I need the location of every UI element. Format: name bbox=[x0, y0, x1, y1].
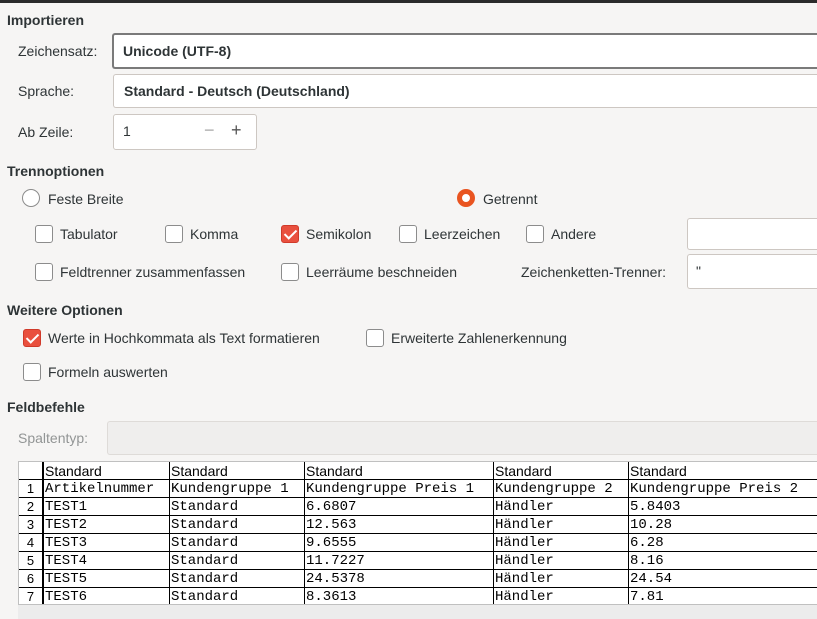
evaluate-formulas-label[interactable]: Formeln auswerten bbox=[48, 364, 168, 380]
decrement-button[interactable]: − bbox=[204, 120, 215, 141]
grid-cell[interactable]: 10.28 bbox=[629, 516, 817, 534]
separated-radio[interactable] bbox=[457, 189, 475, 207]
column-header[interactable]: Standard bbox=[170, 462, 305, 480]
other-label[interactable]: Andere bbox=[551, 226, 596, 242]
merge-delimiters-label[interactable]: Feldtrenner zusammenfassen bbox=[60, 264, 245, 280]
grid-cell[interactable]: Standard bbox=[170, 534, 305, 552]
trim-spaces-checkbox[interactable] bbox=[281, 263, 299, 281]
string-delimiter-label: Zeichenketten-Trenner: bbox=[521, 264, 666, 280]
separated-label[interactable]: Getrennt bbox=[483, 191, 537, 207]
fixed-width-radio[interactable] bbox=[22, 189, 40, 207]
grid-cell[interactable]: TEST3 bbox=[44, 534, 170, 552]
from-row-value[interactable]: 1 bbox=[123, 123, 131, 139]
grid-cell[interactable]: Händler bbox=[494, 498, 629, 516]
grid-cell[interactable]: Standard bbox=[170, 498, 305, 516]
grid-cell[interactable]: 24.54 bbox=[629, 570, 817, 588]
horizontal-scrollbar[interactable] bbox=[18, 604, 817, 619]
grid-cell[interactable]: Händler bbox=[494, 570, 629, 588]
fixed-width-label[interactable]: Feste Breite bbox=[48, 191, 123, 207]
detect-numbers-checkbox[interactable] bbox=[366, 329, 384, 347]
other-checkbox[interactable] bbox=[526, 225, 544, 243]
grid-cell[interactable]: 9.6555 bbox=[305, 534, 494, 552]
space-checkbox[interactable] bbox=[399, 225, 417, 243]
grid-cell[interactable]: Artikelnummer bbox=[44, 480, 170, 498]
detect-numbers-label[interactable]: Erweiterte Zahlenerkennung bbox=[391, 330, 567, 346]
other-separator-input[interactable] bbox=[687, 218, 817, 250]
comma-checkbox[interactable] bbox=[165, 225, 183, 243]
semicolon-label[interactable]: Semikolon bbox=[306, 226, 371, 242]
grid-cell[interactable]: Händler bbox=[494, 534, 629, 552]
grid-cell[interactable]: Kundengruppe Preis 2 bbox=[629, 480, 817, 498]
tab-checkbox[interactable] bbox=[35, 225, 53, 243]
column-header[interactable]: Standard bbox=[44, 462, 170, 480]
string-delimiter-combobox[interactable]: " bbox=[687, 254, 817, 289]
grid-cell[interactable]: 6.6807 bbox=[305, 498, 494, 516]
other-options-section-title: Weitere Optionen bbox=[7, 302, 123, 318]
column-header[interactable]: Standard bbox=[629, 462, 817, 480]
from-row-spinbutton[interactable]: 1 − + bbox=[113, 114, 257, 150]
row-number[interactable]: 1 bbox=[19, 480, 44, 498]
grid-cell[interactable]: 12.563 bbox=[305, 516, 494, 534]
grid-cell[interactable]: 6.28 bbox=[629, 534, 817, 552]
separator-section-title: Trennoptionen bbox=[7, 163, 105, 179]
grid-cell[interactable]: Standard bbox=[170, 516, 305, 534]
grid-cell[interactable]: Kundengruppe 1 bbox=[170, 480, 305, 498]
column-type-combobox[interactable] bbox=[107, 421, 817, 455]
grid-cell[interactable]: 24.5378 bbox=[305, 570, 494, 588]
grid-cell[interactable]: 11.7227 bbox=[305, 552, 494, 570]
trim-spaces-label[interactable]: Leerräume beschneiden bbox=[306, 264, 457, 280]
grid-cell[interactable]: 8.16 bbox=[629, 552, 817, 570]
grid-cell[interactable]: Kundengruppe 2 bbox=[494, 480, 629, 498]
grid-cell[interactable]: 5.8403 bbox=[629, 498, 817, 516]
semicolon-checkbox[interactable] bbox=[281, 225, 299, 243]
row-number[interactable]: 4 bbox=[19, 534, 44, 552]
comma-label[interactable]: Komma bbox=[190, 226, 238, 242]
column-type-label: Spaltentyp: bbox=[18, 430, 89, 446]
grid-cell[interactable]: TEST2 bbox=[44, 516, 170, 534]
row-number[interactable]: 2 bbox=[19, 498, 44, 516]
grid-cell[interactable]: Standard bbox=[170, 570, 305, 588]
column-header[interactable]: Standard bbox=[305, 462, 494, 480]
charset-label: Zeichensatz: bbox=[18, 43, 98, 59]
grid-cell[interactable]: Händler bbox=[494, 516, 629, 534]
quoted-as-text-checkbox[interactable] bbox=[23, 329, 41, 347]
preview-grid[interactable]: Standard Standard Standard Standard Standard… bbox=[18, 461, 817, 619]
grid-cell[interactable]: TEST4 bbox=[44, 552, 170, 570]
from-row-label: Ab Zeile: bbox=[18, 124, 74, 140]
language-label: Sprache: bbox=[18, 83, 75, 99]
quoted-as-text-label[interactable]: Werte in Hochkommata als Text formatiere… bbox=[48, 330, 320, 346]
grid-cell[interactable]: TEST1 bbox=[44, 498, 170, 516]
row-number[interactable]: 3 bbox=[19, 516, 44, 534]
language-combobox[interactable]: Standard - Deutsch (Deutschland) bbox=[113, 74, 817, 108]
fields-section-title: Feldbefehle bbox=[7, 399, 85, 415]
column-header[interactable]: Standard bbox=[494, 462, 629, 480]
row-number[interactable]: 6 bbox=[19, 570, 44, 588]
import-section-title: Importieren bbox=[7, 12, 85, 28]
grid-cell[interactable]: Standard bbox=[170, 552, 305, 570]
grid-cell[interactable]: Kundengruppe Preis 1 bbox=[305, 480, 494, 498]
tab-label[interactable]: Tabulator bbox=[60, 226, 118, 242]
increment-button[interactable]: + bbox=[231, 120, 242, 141]
space-label[interactable]: Leerzeichen bbox=[424, 226, 500, 242]
grid-cell[interactable]: Händler bbox=[494, 552, 629, 570]
charset-combobox[interactable]: Unicode (UTF-8) bbox=[112, 33, 817, 69]
window-top-border bbox=[0, 0, 817, 3]
merge-delimiters-checkbox[interactable] bbox=[35, 263, 53, 281]
evaluate-formulas-checkbox[interactable] bbox=[23, 363, 41, 381]
row-number[interactable]: 5 bbox=[19, 552, 44, 570]
grid-cell[interactable]: TEST5 bbox=[44, 570, 170, 588]
grid-corner[interactable] bbox=[19, 462, 44, 480]
